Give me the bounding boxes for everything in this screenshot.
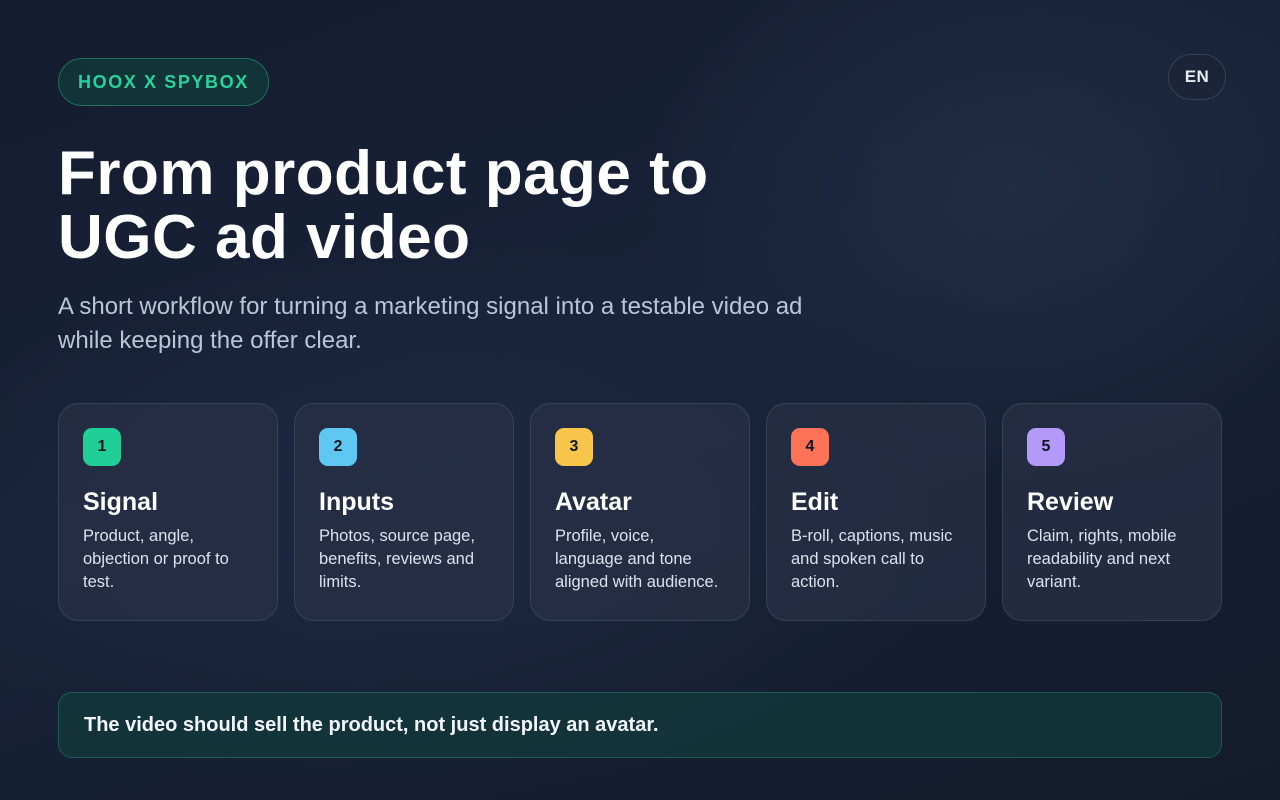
step-card-inputs: 2 Inputs Photos, source page, benefits, … xyxy=(294,403,514,621)
step-description: Product, angle, objection or proof to te… xyxy=(83,527,229,591)
language-label: EN xyxy=(1184,67,1210,86)
page-title-line-2: UGC ad video xyxy=(58,203,471,272)
step-number-badge: 1 xyxy=(83,428,121,466)
step-title: Signal xyxy=(83,488,159,516)
language-toggle-button[interactable]: EN xyxy=(1168,54,1226,100)
step-number-badge: 3 xyxy=(555,428,593,466)
step-number-badge: 4 xyxy=(791,428,829,466)
page-title: From product page to UGC ad video xyxy=(58,142,958,270)
step-card-avatar: 3 Avatar Profile, voice, language and to… xyxy=(530,403,750,621)
page-subtitle-line-2: while keeping the offer clear. xyxy=(58,327,362,354)
key-message-banner: The video should sell the product, not j… xyxy=(58,692,1222,758)
step-description: Profile, voice, language and tone aligne… xyxy=(555,527,719,591)
step-card-signal: 1 Signal Product, angle, objection or pr… xyxy=(58,403,278,621)
step-description: Photos, source page, benefits, reviews a… xyxy=(319,527,475,591)
step-title: Inputs xyxy=(319,488,394,516)
step-title: Edit xyxy=(791,488,839,516)
page-subtitle-line-1: A short workflow for turning a marketing… xyxy=(58,293,803,320)
step-description: B-roll, captions, music and spoken call … xyxy=(791,527,953,591)
step-title: Review xyxy=(1027,488,1114,516)
step-card-edit: 4 Edit B-roll, captions, music and spoke… xyxy=(766,403,986,621)
step-number-badge: 2 xyxy=(319,428,357,466)
page-subtitle: A short workflow for turning a marketing… xyxy=(58,290,878,358)
step-title: Avatar xyxy=(555,488,632,516)
step-description: Claim, rights, mobile readability and ne… xyxy=(1027,527,1177,591)
page-title-line-1: From product page to xyxy=(58,139,709,208)
brand-label: HOOX X SPYBOX xyxy=(78,71,249,92)
key-message-text: The video should sell the product, not j… xyxy=(84,713,659,736)
step-card-review: 5 Review Claim, rights, mobile readabili… xyxy=(1002,403,1222,621)
step-number-badge: 5 xyxy=(1027,428,1065,466)
brand-badge: HOOX X SPYBOX xyxy=(58,58,269,106)
workflow-steps: 1 Signal Product, angle, objection or pr… xyxy=(58,403,1222,621)
